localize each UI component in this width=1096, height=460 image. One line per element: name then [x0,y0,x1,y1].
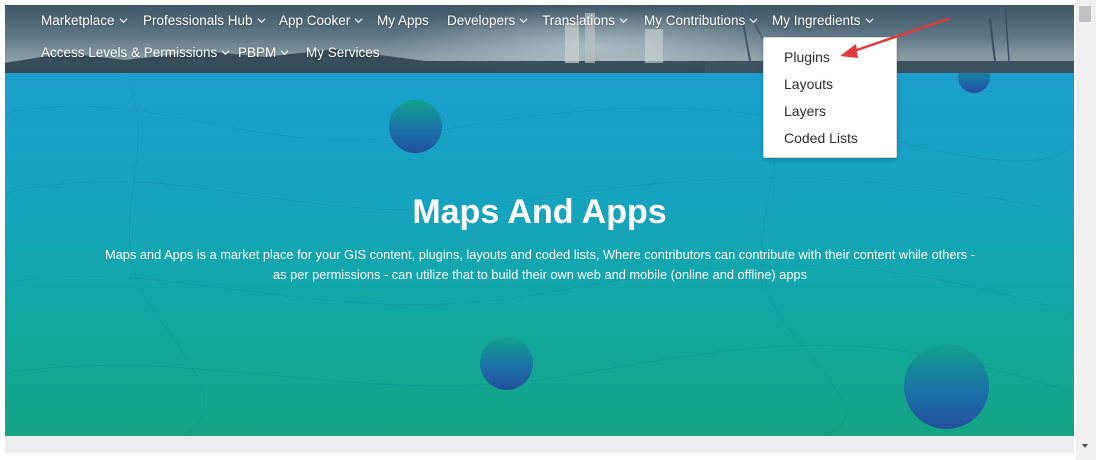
nav-access-levels-permissions[interactable]: Access Levels & Permissions [41,45,230,60]
nav-marketplace[interactable]: Marketplace [41,13,128,28]
chevron-down-icon [619,17,628,23]
menu-item-layers[interactable]: Layers [784,103,826,119]
nav-my-ingredients[interactable]: My Ingredients [772,13,874,28]
nav-my-services-label: My Services [306,44,380,60]
my-ingredients-dropdown-menu: Plugins Layouts Layers Coded Lists [763,37,897,158]
menu-item-layouts[interactable]: Layouts [784,76,833,92]
decorative-bubble [904,344,989,429]
nav-my-contributions[interactable]: My Contributions [644,13,758,28]
site-header: Marketplace Professionals Hub App Cooker… [5,5,1074,73]
nav-my-ingredients-label: My Ingredients [772,12,861,28]
nav-professionals-hub-label: Professionals Hub [143,12,253,28]
nav-my-apps-label: My Apps [377,12,429,28]
nav-developers-label: Developers [447,12,516,28]
content-strip [5,436,1074,453]
hero-title: Maps And Apps [412,193,667,231]
hero-banner: Maps And Apps Maps and Apps is a market … [5,73,1074,436]
menu-item-coded-lists[interactable]: Coded Lists [784,130,858,146]
page-frame: Marketplace Professionals Hub App Cooker… [5,5,1074,453]
nav-translations-label: Translations [542,12,616,28]
nav-pbpm[interactable]: PBPM [238,45,289,60]
menu-item-plugins[interactable]: Plugins [784,49,830,65]
decorative-bubble [389,100,442,153]
chevron-down-icon [257,17,266,23]
chevron-down-icon [519,17,528,23]
scroll-down-arrow-icon[interactable] [1079,441,1091,451]
nav-translations[interactable]: Translations [542,13,628,28]
nav-access-levels-label: Access Levels & Permissions [41,44,218,60]
decorative-bubble [480,337,533,390]
nav-my-contributions-label: My Contributions [644,12,746,28]
nav-marketplace-label: Marketplace [41,12,115,28]
nav-app-cooker[interactable]: App Cooker [279,13,363,28]
nav-developers[interactable]: Developers [447,13,528,28]
nav-row-secondary: Access Levels & Permissions PBPM My Serv… [5,40,1074,64]
hero-description: Maps and Apps is a market place for your… [105,247,975,282]
chevron-down-icon [354,17,363,23]
chevron-down-icon [749,17,758,23]
nav-row-primary: Marketplace Professionals Hub App Cooker… [5,8,1074,32]
nav-my-apps[interactable]: My Apps [377,13,429,28]
nav-app-cooker-label: App Cooker [279,12,351,28]
nav-pbpm-label: PBPM [238,44,277,60]
chevron-down-icon [221,49,230,55]
chevron-down-icon [119,17,128,23]
scrollbar-thumb[interactable] [1079,6,1091,22]
chevron-down-icon [865,17,874,23]
vertical-scrollbar[interactable] [1076,0,1096,460]
chevron-down-icon [280,49,289,55]
nav-my-services[interactable]: My Services [306,45,380,60]
nav-professionals-hub[interactable]: Professionals Hub [143,13,266,28]
